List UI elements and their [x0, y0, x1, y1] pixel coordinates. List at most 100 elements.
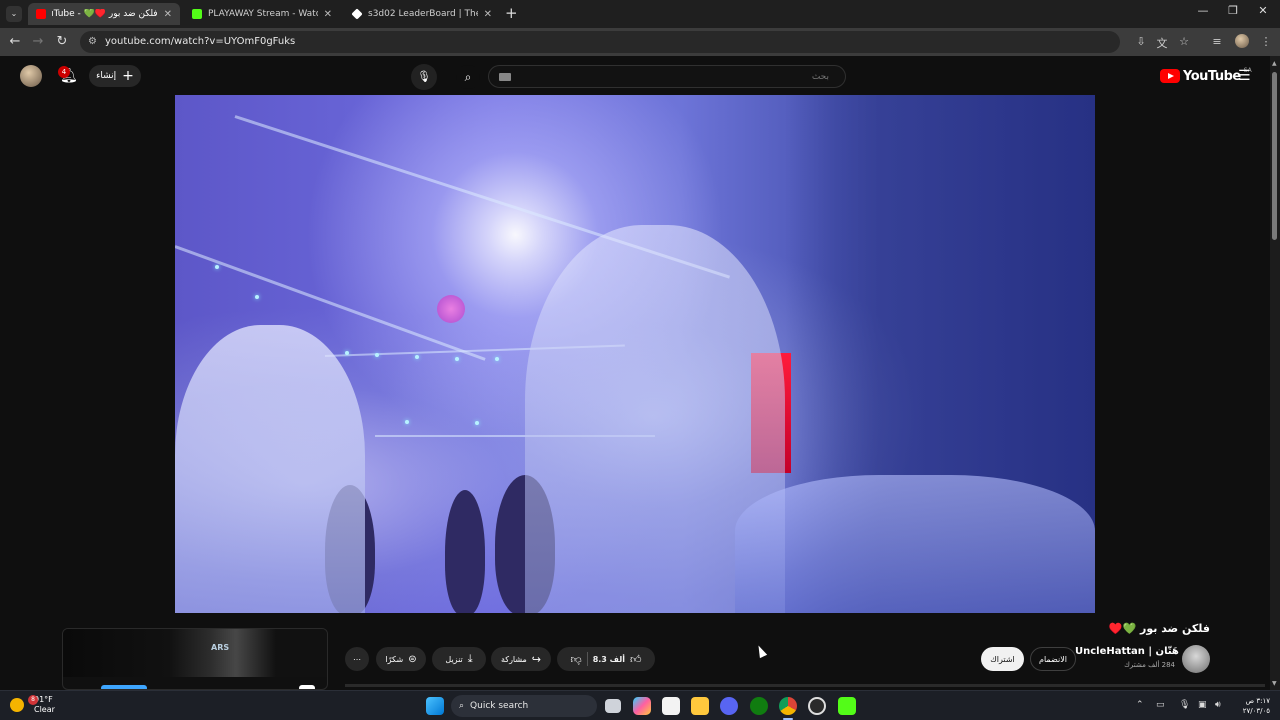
- search-label: Quick search: [470, 701, 529, 711]
- thanks-label: شكرًا: [385, 654, 404, 664]
- youtube-play-icon: [1160, 69, 1180, 83]
- voice-search-button[interactable]: 🎙︎: [411, 64, 437, 90]
- stage-light: [455, 357, 459, 361]
- miniplayer-badge: ARS: [211, 643, 230, 652]
- install-app-icon[interactable]: ⇩: [1134, 35, 1148, 48]
- share-button[interactable]: مشاركة ↪: [491, 647, 551, 671]
- account-avatar[interactable]: [20, 65, 42, 87]
- miniplayer-preview[interactable]: ARS: [62, 628, 328, 690]
- video-player[interactable]: [175, 95, 1095, 613]
- address-bar[interactable]: ⚙ youtube.com/watch?v=UYOmF0gFuks: [80, 31, 1120, 53]
- tray-mic-icon[interactable]: 🎙︎: [1179, 700, 1190, 710]
- weather-alert-badge: 8: [28, 695, 38, 705]
- weather-desc: Clear: [34, 705, 55, 714]
- close-icon[interactable]: ✕: [484, 9, 492, 20]
- more-actions-button[interactable]: ⋯: [345, 647, 369, 671]
- subscribe-button[interactable]: اشتراك: [981, 647, 1024, 671]
- search-icon: ⌕: [464, 70, 472, 84]
- tab-title: فلكن ضد بور ♥️💚 - YouTube: [52, 9, 158, 19]
- scroll-up-arrow-icon[interactable]: ▲: [1272, 60, 1277, 67]
- plus-icon: +: [122, 68, 134, 84]
- keyboard-icon[interactable]: [499, 73, 511, 81]
- site-info-icon[interactable]: ⚙: [88, 36, 97, 47]
- download-icon: ⤓: [467, 652, 473, 665]
- windows-start-icon[interactable]: [426, 697, 444, 715]
- like-count[interactable]: 8.3 ألف: [593, 655, 625, 664]
- subscriber-count: 284 ألف مشترك: [1124, 661, 1175, 669]
- translate-icon[interactable]: 文: [1155, 35, 1169, 51]
- window-close-button[interactable]: ✕: [1248, 4, 1278, 17]
- file-explorer-icon[interactable]: [691, 697, 709, 715]
- close-icon[interactable]: ✕: [324, 9, 332, 20]
- search-box: [488, 65, 846, 88]
- minimize-button[interactable]: —: [1188, 4, 1218, 17]
- maximize-button[interactable]: ❐: [1218, 4, 1248, 17]
- video-title: فلكن ضد بور 💚♥️: [1108, 622, 1210, 635]
- search-button[interactable]: ⌕: [456, 65, 480, 89]
- stage-light: [415, 355, 419, 359]
- tab-playaway[interactable]: PLAYAWAY Stream - Watch Live ✕: [184, 3, 340, 25]
- bookmark-star-icon[interactable]: ☆: [1177, 35, 1191, 48]
- hamburger-menu-icon[interactable]: ☰: [1238, 68, 1251, 84]
- url-text: youtube.com/watch?v=UYOmF0gFuks: [105, 36, 296, 47]
- close-icon[interactable]: ✕: [164, 9, 172, 20]
- tab-search-button[interactable]: ⌄: [6, 6, 22, 22]
- mouse-cursor-icon: [754, 643, 768, 659]
- channel-avatar[interactable]: [1182, 645, 1210, 673]
- reading-list-icon[interactable]: ≡: [1210, 35, 1224, 48]
- search-input[interactable]: [519, 68, 829, 86]
- forward-arrow-icon[interactable]: →: [30, 34, 46, 49]
- crowd-person: [445, 490, 485, 613]
- network-icon[interactable]: ▣: [1198, 700, 1207, 710]
- obs-icon[interactable]: [808, 697, 826, 715]
- chrome-icon[interactable]: [779, 697, 797, 715]
- tray-overflow-chevron-icon[interactable]: ⌃: [1136, 700, 1144, 710]
- stage-light: [405, 420, 409, 424]
- tab-youtube[interactable]: فلكن ضد بور ♥️💚 - YouTube ✕: [28, 3, 180, 25]
- dislike-icon[interactable]: 👎︎: [571, 653, 582, 666]
- taskbar-search[interactable]: ⌕ Quick search: [451, 695, 597, 717]
- system-clock[interactable]: ٣:١٧ ص ٢٧/٠٣/٠٥: [1234, 696, 1270, 716]
- weather-widget[interactable]: 8 91°F Clear: [10, 695, 55, 715]
- youtube-header: 🔔︎ 4 إنشاء + 🎙︎ ⌕ YouTube SA ☰: [0, 56, 1270, 96]
- super-thanks-icon: ⊜: [408, 653, 417, 665]
- tab-leaderboard[interactable]: s3d02 LeaderBoard | The best ( ✕: [344, 3, 500, 25]
- more-vert-icon[interactable]: ⋮: [1259, 35, 1273, 48]
- microphone-icon: 🎙︎: [417, 70, 431, 83]
- share-label: مشاركة: [500, 654, 527, 664]
- stage-light: [375, 353, 379, 357]
- stage-light: [495, 357, 499, 361]
- xbox-icon[interactable]: [750, 697, 768, 715]
- miniplayer-thumbnail: [63, 629, 327, 677]
- task-view-icon[interactable]: [605, 699, 621, 713]
- kick-favicon-icon: [192, 9, 202, 19]
- kick-app-icon[interactable]: [838, 697, 856, 715]
- download-button[interactable]: تنزيل ⤓: [432, 647, 486, 671]
- store-icon[interactable]: [662, 697, 680, 715]
- scroll-down-arrow-icon[interactable]: ▼: [1272, 680, 1277, 687]
- search-icon: ⌕: [459, 701, 465, 711]
- copilot-icon[interactable]: [633, 697, 651, 715]
- like-icon[interactable]: 👍︎: [630, 653, 642, 666]
- channel-name[interactable]: UncleHattan | هَتّان: [1075, 646, 1179, 657]
- new-tab-button[interactable]: +: [505, 4, 518, 22]
- page-scrollbar[interactable]: ▲ ▼: [1270, 56, 1280, 690]
- youtube-favicon-icon: [36, 9, 46, 19]
- stage-light: [345, 351, 349, 355]
- clock-time: ٣:١٧ ص: [1245, 697, 1270, 705]
- stage-light: [255, 295, 259, 299]
- volume-icon[interactable]: 🔊︎: [1215, 700, 1221, 710]
- profile-avatar[interactable]: [1235, 34, 1249, 48]
- tab-title: s3d02 LeaderBoard | The best (: [368, 9, 478, 19]
- monitor-icon[interactable]: ▭: [1156, 700, 1165, 710]
- windows-taskbar: 8 91°F Clear ⌕ Quick search ⌃ ▭ 🎙︎ ▣ 🔊︎ …: [0, 690, 1280, 720]
- thanks-button[interactable]: شكرًا ⊜: [376, 647, 426, 671]
- create-button[interactable]: إنشاء +: [89, 65, 141, 87]
- scrollbar-thumb[interactable]: [1272, 72, 1277, 240]
- stage-light: [475, 421, 479, 425]
- join-button[interactable]: الانضمام: [1030, 647, 1076, 671]
- reload-icon[interactable]: ↻: [54, 34, 70, 49]
- create-label: إنشاء: [96, 71, 117, 81]
- discord-icon[interactable]: [720, 697, 738, 715]
- back-arrow-icon[interactable]: ←: [7, 34, 23, 49]
